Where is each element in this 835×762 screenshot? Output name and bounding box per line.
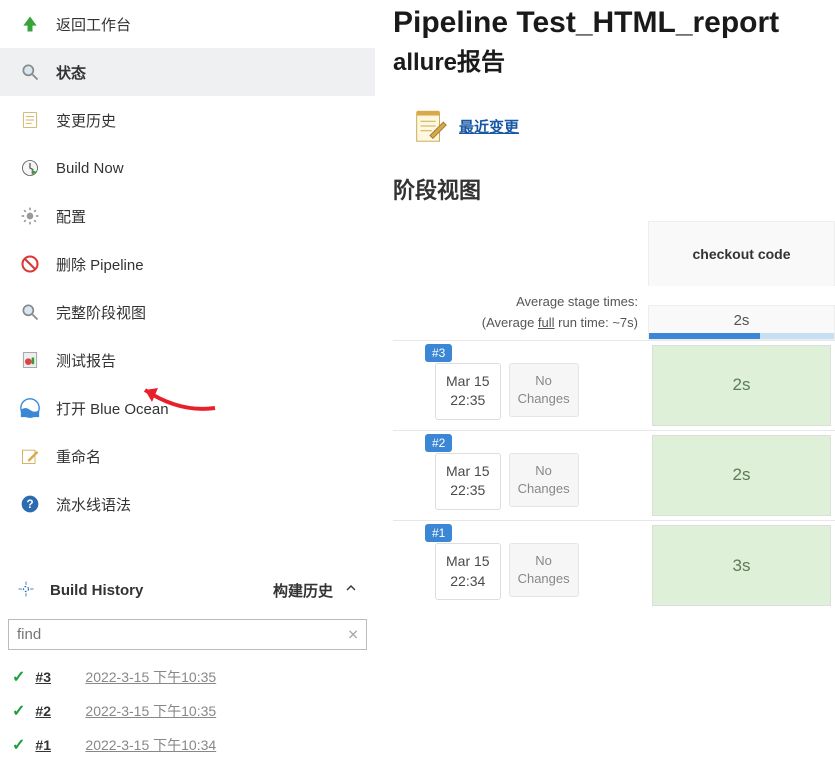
avg-line1: Average stage times: (393, 292, 638, 313)
build-history-title-zh: 构建历史 (273, 580, 333, 601)
build-date-link[interactable]: 2022-3-15 下午10:34 (85, 735, 216, 755)
build-history-row[interactable]: ✓ #1 2022-3-15 下午10:34 (0, 728, 375, 762)
stage-avg-row: Average stage times: (Average full run t… (393, 286, 835, 340)
sidebar-item-rename[interactable]: 重命名 (0, 432, 375, 480)
build-date-link[interactable]: 2022-3-15 下午10:35 (85, 701, 216, 721)
sidebar-item-blue-ocean[interactable]: 打开 Blue Ocean (0, 384, 375, 432)
notepad-pencil-icon (411, 107, 449, 145)
success-icon: ✓ (12, 735, 25, 755)
search-input[interactable] (8, 619, 367, 650)
sidebar: 返回工作台 状态 变更历史 Build Now 配置 (0, 0, 375, 762)
sidebar-item-label: 完整阶段视图 (56, 302, 146, 323)
stage-run-row: #3 Mar 15 22:35 No Changes 2s (393, 340, 835, 430)
page-subtitle: allure报告 (393, 42, 835, 77)
trend-icon (16, 579, 38, 601)
sidebar-item-label: 流水线语法 (56, 494, 131, 515)
sidebar-item-label: 测试报告 (56, 350, 116, 371)
gear-icon (18, 204, 42, 228)
search-icon (18, 60, 42, 84)
stage-duration-cell[interactable]: 2s (652, 435, 831, 516)
report-icon (18, 348, 42, 372)
build-history-title-en: Build History (50, 582, 143, 599)
sidebar-item-label: 变更历史 (56, 110, 116, 131)
run-badge[interactable]: #2 (425, 434, 452, 452)
close-icon[interactable]: ✕ (347, 626, 359, 643)
sidebar-item-label: 返回工作台 (56, 14, 131, 35)
stage-view-table: checkout code Average stage times: (Aver… (393, 221, 835, 610)
no-entry-icon (18, 252, 42, 276)
stage-column-header: checkout code (648, 221, 835, 286)
sidebar-item-configure[interactable]: 配置 (0, 192, 375, 240)
stage-duration-cell[interactable]: 2s (652, 345, 831, 426)
avg-time-labels: Average stage times: (Average full run t… (393, 286, 648, 340)
sidebar-item-label: 删除 Pipeline (56, 254, 144, 275)
run-info: #3 Mar 15 22:35 No Changes (393, 341, 648, 430)
avg-duration: 2s (734, 312, 750, 329)
run-changes: No Changes (509, 453, 579, 507)
stage-duration-cell[interactable]: 3s (652, 525, 831, 606)
clock-play-icon (18, 156, 42, 180)
avg-line2: (Average full run time: ~7s) (393, 313, 638, 334)
edit-icon (18, 444, 42, 468)
sidebar-item-test-report[interactable]: 测试报告 (0, 336, 375, 384)
sidebar-item-status[interactable]: 状态 (0, 48, 375, 96)
run-info: #1 Mar 15 22:34 No Changes (393, 521, 648, 610)
run-changes: No Changes (509, 363, 579, 417)
run-badge[interactable]: #1 (425, 524, 452, 542)
blue-ocean-icon (18, 396, 42, 420)
sidebar-item-changes[interactable]: 变更历史 (0, 96, 375, 144)
question-icon: ? (18, 492, 42, 516)
page-title: Pipeline Test_HTML_report (393, 6, 835, 40)
sidebar-item-label: 配置 (56, 206, 86, 227)
stage-run-row: #1 Mar 15 22:34 No Changes 3s (393, 520, 835, 610)
stage-run-row: #2 Mar 15 22:35 No Changes 2s (393, 430, 835, 520)
main-content: Pipeline Test_HTML_report allure报告 最近变更 … (375, 0, 835, 762)
search-icon (18, 300, 42, 324)
build-date-link[interactable]: 2022-3-15 下午10:35 (85, 667, 216, 687)
recent-changes-link[interactable]: 最近变更 (459, 116, 519, 137)
build-history-list: ✓ #3 2022-3-15 下午10:35 ✓ #2 2022-3-15 下午… (0, 660, 375, 762)
run-changes: No Changes (509, 543, 579, 597)
build-history-row[interactable]: ✓ #3 2022-3-15 下午10:35 (0, 660, 375, 694)
find-container: ✕ (8, 619, 367, 650)
stage-avg-cell: 2s (648, 305, 835, 340)
arrow-up-icon (18, 12, 42, 36)
sidebar-item-label: 状态 (56, 62, 86, 83)
success-icon: ✓ (12, 667, 25, 687)
sidebar-item-build-now[interactable]: Build Now (0, 144, 375, 192)
sidebar-item-back[interactable]: 返回工作台 (0, 0, 375, 48)
build-number-link[interactable]: #3 (35, 669, 85, 685)
build-history-header[interactable]: Build History 构建历史 (0, 567, 375, 613)
build-number-link[interactable]: #1 (35, 737, 85, 753)
success-icon: ✓ (12, 701, 25, 721)
run-datetime: Mar 15 22:35 (435, 453, 501, 510)
sidebar-item-label: 打开 Blue Ocean (56, 398, 169, 419)
notepad-icon (18, 108, 42, 132)
sidebar-item-label: 重命名 (56, 446, 101, 467)
run-info: #2 Mar 15 22:35 No Changes (393, 431, 648, 520)
progress-bar (649, 333, 834, 339)
sidebar-item-delete[interactable]: 删除 Pipeline (0, 240, 375, 288)
sidebar-item-label: Build Now (56, 160, 124, 177)
build-history-row[interactable]: ✓ #2 2022-3-15 下午10:35 (0, 694, 375, 728)
svg-text:?: ? (26, 498, 33, 511)
chevron-up-icon (343, 580, 359, 600)
sidebar-nav: 返回工作台 状态 变更历史 Build Now 配置 (0, 0, 375, 528)
sidebar-item-full-stage[interactable]: 完整阶段视图 (0, 288, 375, 336)
run-datetime: Mar 15 22:35 (435, 363, 501, 420)
stage-view-title: 阶段视图 (393, 173, 835, 205)
recent-changes-row: 最近变更 (411, 107, 835, 145)
sidebar-item-syntax[interactable]: ? 流水线语法 (0, 480, 375, 528)
run-datetime: Mar 15 22:34 (435, 543, 501, 600)
stage-header-row: checkout code (393, 221, 835, 286)
build-number-link[interactable]: #2 (35, 703, 85, 719)
run-badge[interactable]: #3 (425, 344, 452, 362)
